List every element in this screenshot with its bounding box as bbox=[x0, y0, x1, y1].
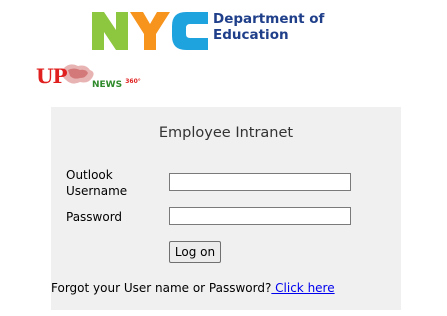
doe-line1: Department of bbox=[213, 11, 325, 27]
doe-line2: Education bbox=[213, 27, 289, 43]
username-input[interactable] bbox=[169, 173, 351, 191]
logo-letter-n bbox=[92, 12, 128, 50]
panel-title: Employee Intranet bbox=[158, 125, 294, 141]
username-label: Outlook Username bbox=[66, 167, 146, 199]
nyc-doe-logo bbox=[92, 12, 208, 50]
login-panel: Employee Intranet Outlook Username Passw… bbox=[51, 107, 401, 310]
news-label: NEWS bbox=[92, 80, 123, 90]
news-number: 360° bbox=[125, 78, 141, 85]
up-brand-text: UP bbox=[36, 64, 68, 88]
forgot-credentials-row: Forgot your User name or Password? Click… bbox=[51, 281, 335, 295]
logo-letter-y bbox=[130, 12, 170, 50]
click-here-link[interactable]: Click here bbox=[271, 281, 334, 295]
doe-wordmark: Department of Education bbox=[213, 11, 324, 43]
username-label-line1: Outlook bbox=[66, 168, 113, 182]
forgot-text: Forgot your User name or Password? bbox=[51, 281, 272, 295]
username-label-line2: Username bbox=[66, 184, 128, 198]
news-360-text: NEWS 360° bbox=[92, 78, 141, 90]
password-input[interactable] bbox=[169, 207, 351, 225]
password-label: Password bbox=[66, 210, 123, 224]
logon-button[interactable]: Log on bbox=[169, 241, 221, 263]
logo-letter-c bbox=[172, 12, 208, 50]
